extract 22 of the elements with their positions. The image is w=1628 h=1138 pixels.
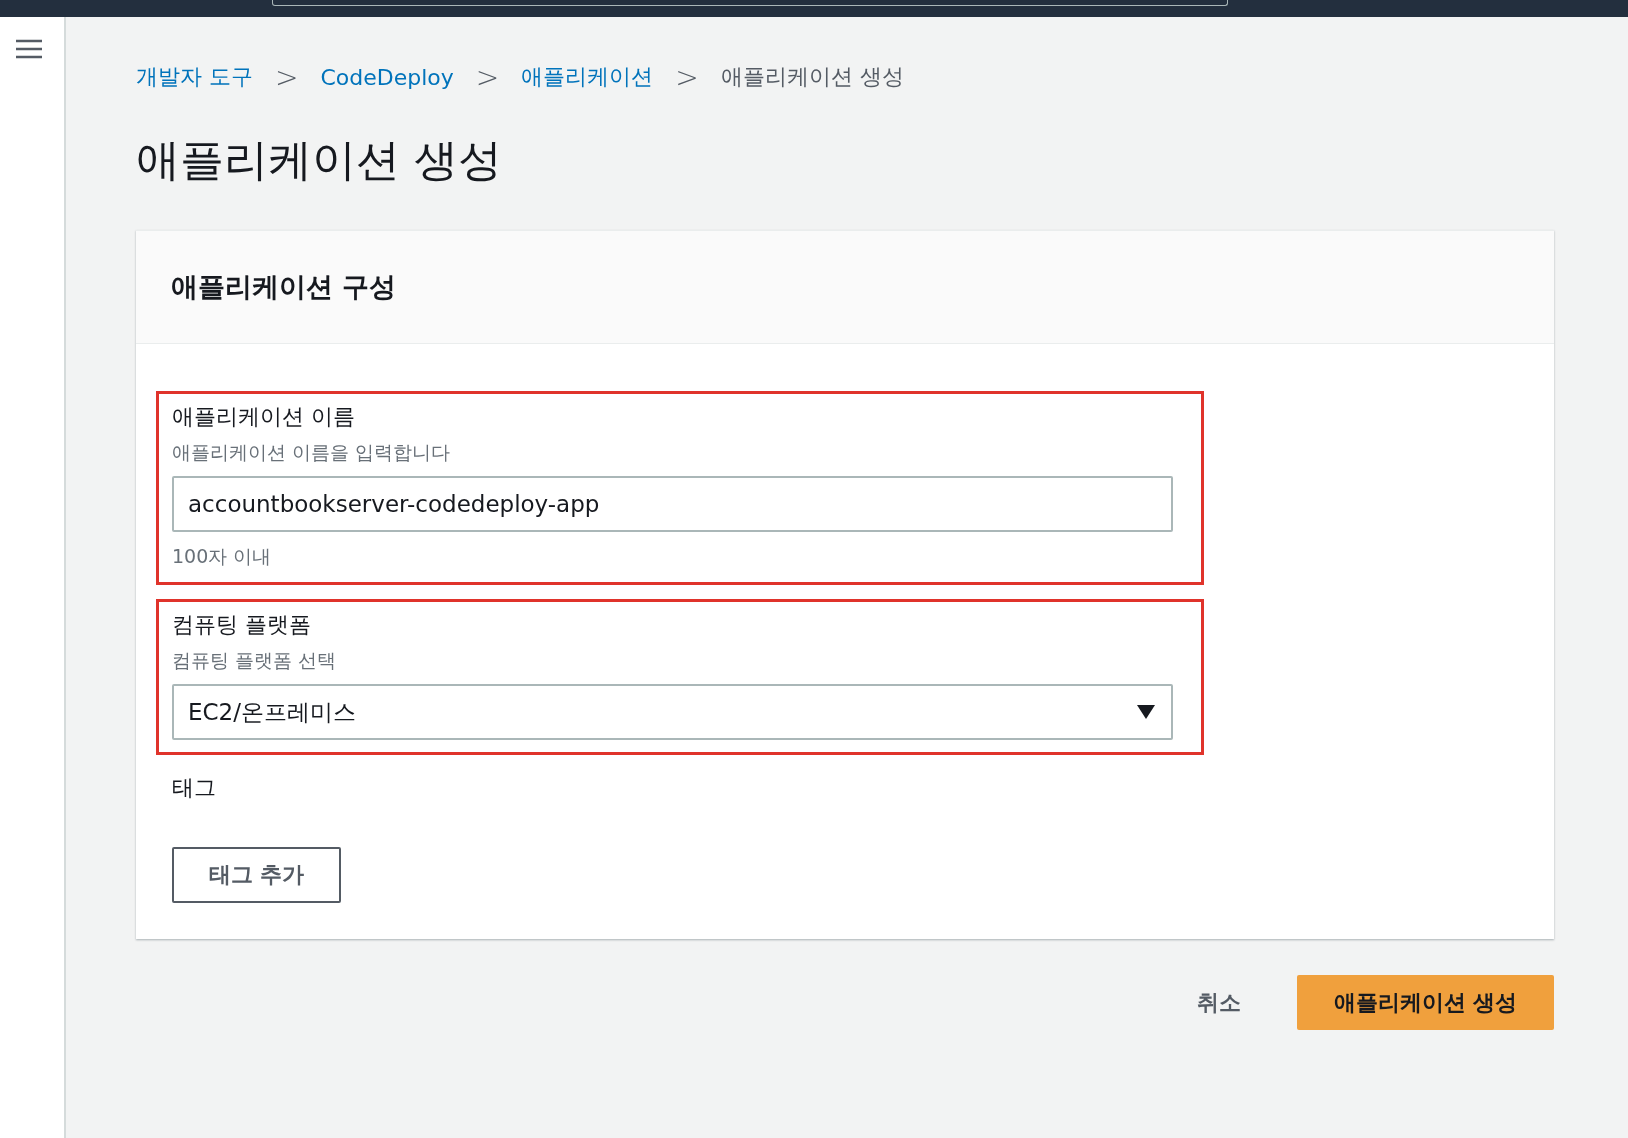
add-tag-button[interactable]: 태그 추가: [172, 847, 341, 903]
page-title: 애플리케이션 생성: [136, 133, 503, 187]
input-field[interactable]: accountbookserver-codedeploy-app: [172, 476, 1173, 532]
cancel-button[interactable]: 취소: [1191, 986, 1247, 1019]
breadcrumb-current-page: 애플리케이션 생성: [720, 63, 904, 91]
breadcrumb-link[interactable]: 애플리케이션: [521, 62, 654, 92]
caret-icon: [1137, 705, 1155, 719]
breadcrumb-separator: >: [275, 60, 299, 94]
menu-icon[interactable]: [16, 39, 42, 59]
field-label: 애플리케이션 이름: [172, 403, 356, 431]
card-title: 애플리케이션 구성: [171, 270, 397, 304]
field-label: 컴퓨팅 플랫폼: [172, 611, 312, 639]
field-description: 컴퓨팅 플랫폼 선택: [172, 648, 338, 673]
select-field[interactable]: EC2/온프레미스: [172, 684, 1173, 740]
field-constraint: 100자 이내: [172, 544, 273, 569]
breadcrumb-link[interactable]: 개발자 도구: [136, 62, 253, 92]
create-button[interactable]: 애플리케이션 생성: [1297, 975, 1554, 1030]
field-description: 애플리케이션 이름을 입력합니다: [172, 440, 452, 465]
breadcrumb-separator: >: [475, 60, 500, 94]
breadcrumb-link[interactable]: CodeDeploy: [320, 64, 454, 90]
field-label: 태그: [172, 774, 217, 802]
breadcrumb-separator: >: [675, 60, 699, 94]
